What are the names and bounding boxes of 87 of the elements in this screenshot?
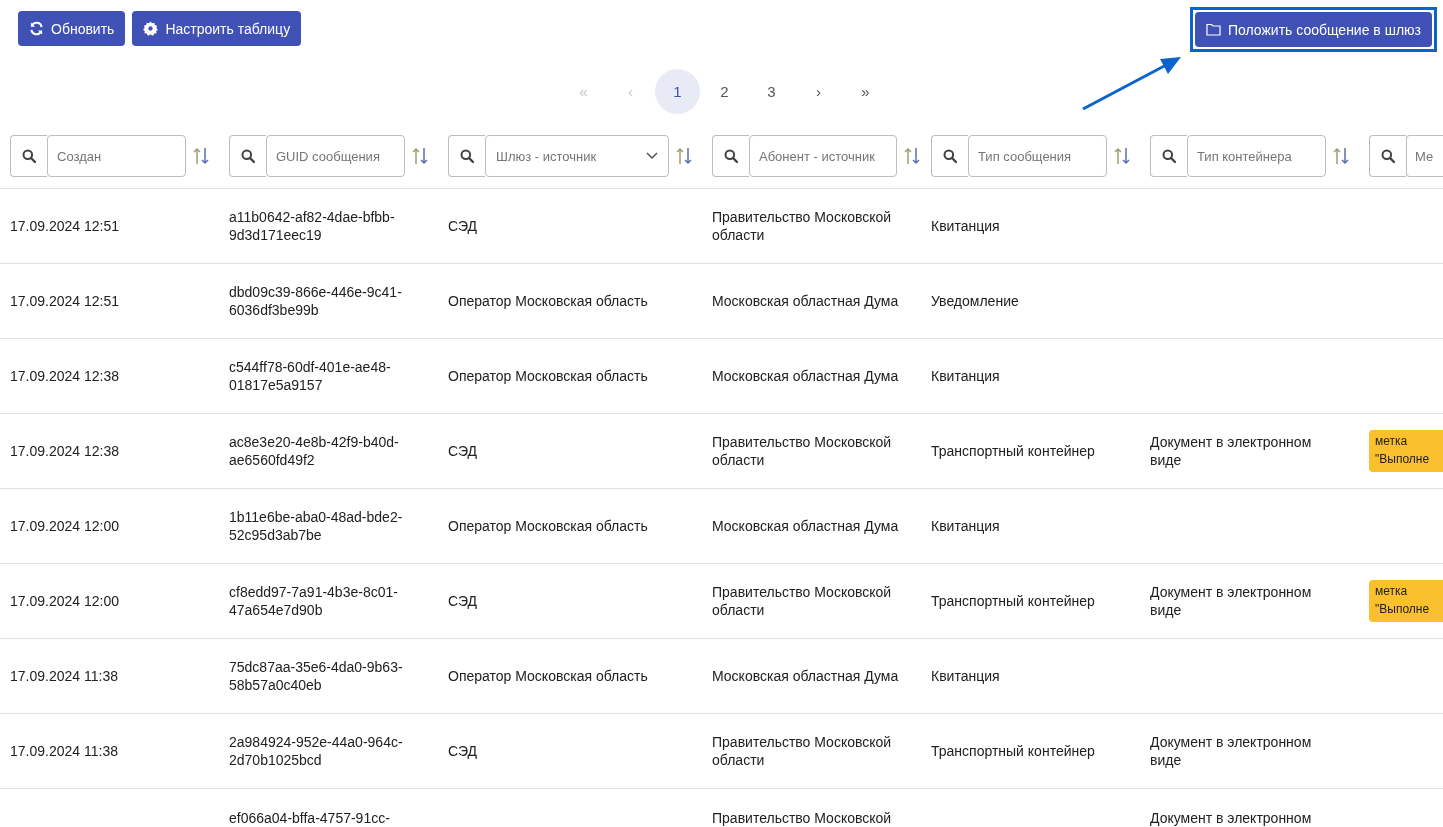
search-button[interactable] xyxy=(931,135,968,177)
filter-select[interactable]: Шлюз - источник xyxy=(485,135,669,177)
sort-icon[interactable] xyxy=(676,147,692,165)
sort-icon[interactable] xyxy=(904,147,920,165)
page-button[interactable]: 1 xyxy=(655,69,700,114)
gateway-cell-text: СЭД xyxy=(448,592,479,610)
refresh-icon xyxy=(29,21,44,36)
guid-cell-text: 2a984924-952e-44a0-964c-2d70b1025bcd xyxy=(229,733,404,769)
search-icon xyxy=(460,149,474,163)
message-type-cell-text: Квитанция xyxy=(931,517,1001,535)
search-button[interactable] xyxy=(1150,135,1187,177)
subscriber-cell-text: Московская областная Дума xyxy=(712,667,900,685)
date-cell-text: 17.09.2024 12:38 xyxy=(10,442,120,460)
search-button[interactable] xyxy=(712,135,749,177)
container-type-cell-text: Документ в электронном виде xyxy=(1150,583,1313,619)
message-type-cell-text: Транспортный контейнер xyxy=(931,592,1096,610)
sort-icon[interactable] xyxy=(1333,147,1349,165)
subscriber-cell-text: Московская областная Дума xyxy=(712,292,900,310)
filter-field[interactable]: GUID сообщения xyxy=(266,135,405,177)
gateway-cell-text: СЭД xyxy=(448,742,479,760)
date-cell-text: 17.09.2024 12:00 xyxy=(10,592,120,610)
guid-cell-text: ac8e3e20-4e8b-42f9-b40d-ae6560fd49f2 xyxy=(229,433,400,469)
message-type-cell-text: Квитанция xyxy=(931,667,1001,685)
gateway-cell-text: Оператор Московская область xyxy=(448,292,649,310)
message-type-cell-text: Транспортный контейнер xyxy=(931,742,1096,760)
guid-cell-text: c544ff78-60df-401e-ae48-01817e5a9157 xyxy=(229,358,392,394)
search-button[interactable] xyxy=(229,135,266,177)
page-button[interactable]: 3 xyxy=(749,69,794,114)
message-type-cell-text: Уведомление xyxy=(931,292,1020,310)
date-cell-text: 17.09.2024 11:38 xyxy=(10,667,119,685)
guid-cell-text: a11b0642-af82-4dae-bfbb-9d3d171eec19 xyxy=(229,208,396,244)
refresh-button[interactable]: Обновить xyxy=(18,11,126,46)
gateway-cell-text: СЭД xyxy=(448,217,479,235)
page-button[interactable]: › xyxy=(796,69,841,114)
tag-badge: метка "Выполне xyxy=(1369,430,1443,472)
container-type-cell-text: Документ в электронном xyxy=(1150,809,1313,827)
message-type-cell-text: Квитанция xyxy=(931,367,1001,385)
search-icon xyxy=(1381,149,1395,163)
sort-icon[interactable] xyxy=(412,147,428,165)
gateway-cell-text: Оператор Московская область xyxy=(448,517,649,535)
date-cell-text: 17.09.2024 12:00 xyxy=(10,517,120,535)
settings-button[interactable]: Настроить таблицу xyxy=(132,11,302,46)
search-button[interactable] xyxy=(10,135,47,177)
filter-field[interactable]: Тип сообщения xyxy=(968,135,1107,177)
guid-cell-text: 1b11e6be-aba0-48ad-bde2-52c95d3ab7be xyxy=(229,508,404,544)
subscriber-cell-text: Правительство Московской области xyxy=(712,733,893,769)
subscriber-cell-text: Правительство Московской области xyxy=(712,583,893,619)
filter-field[interactable]: Ме xyxy=(1406,135,1443,177)
date-cell-text: 17.09.2024 12:38 xyxy=(10,367,120,385)
gateway-cell-text: Оператор Московская область xyxy=(448,667,649,685)
container-type-cell-text: Документ в электронном виде xyxy=(1150,433,1313,469)
guid-cell-text: ef066a04-bffa-4757-91cc- xyxy=(229,809,391,827)
page-button[interactable]: » xyxy=(843,69,888,114)
subscriber-cell-text: Правительство Московской xyxy=(712,809,893,827)
date-cell-text: 17.09.2024 12:51 xyxy=(10,217,120,235)
tag-badge: метка "Выполне xyxy=(1369,580,1443,622)
filter-field[interactable]: Абонент - источник xyxy=(749,135,897,177)
message-type-cell-text: Квитанция xyxy=(931,217,1001,235)
search-icon xyxy=(241,149,255,163)
gateway-cell-text: СЭД xyxy=(448,442,479,460)
subscriber-cell-text: Московская областная Дума xyxy=(712,517,900,535)
subscriber-cell-text: Правительство Московской области xyxy=(712,208,893,244)
sort-icon[interactable] xyxy=(193,147,209,165)
date-cell-text: 17.09.2024 11:38 xyxy=(10,742,119,760)
date-cell-text: 17.09.2024 12:51 xyxy=(10,292,120,310)
search-button[interactable] xyxy=(448,135,485,177)
put-message-button[interactable]: Положить сообщение в шлюз xyxy=(1194,12,1432,47)
chevron-down-icon xyxy=(646,152,658,160)
subscriber-cell-text: Московская областная Дума xyxy=(712,367,900,385)
guid-cell-text: 75dc87aa-35e6-4da0-9b63-58b57a0c40eb xyxy=(229,658,404,694)
search-button[interactable] xyxy=(1369,135,1406,177)
search-icon xyxy=(943,149,957,163)
filter-field[interactable]: Создан xyxy=(47,135,186,177)
search-icon xyxy=(22,149,36,163)
gear-icon xyxy=(143,21,159,36)
folder-icon xyxy=(1205,23,1221,36)
guid-cell-text: cf8edd97-7a91-4b3e-8c01-47a654e7d90b xyxy=(229,583,399,619)
search-icon xyxy=(1162,149,1176,163)
message-type-cell-text: Транспортный контейнер xyxy=(931,442,1096,460)
sort-icon[interactable] xyxy=(1114,147,1130,165)
gateway-cell-text: Оператор Московская область xyxy=(448,367,649,385)
search-icon xyxy=(724,149,738,163)
container-type-cell-text: Документ в электронном виде xyxy=(1150,733,1313,769)
subscriber-cell-text: Правительство Московской области xyxy=(712,433,893,469)
filter-field[interactable]: Тип контейнера xyxy=(1187,135,1326,177)
page-button[interactable]: 2 xyxy=(702,69,747,114)
guid-cell-text: dbd09c39-866e-446e-9c41-6036df3be99b xyxy=(229,283,403,319)
